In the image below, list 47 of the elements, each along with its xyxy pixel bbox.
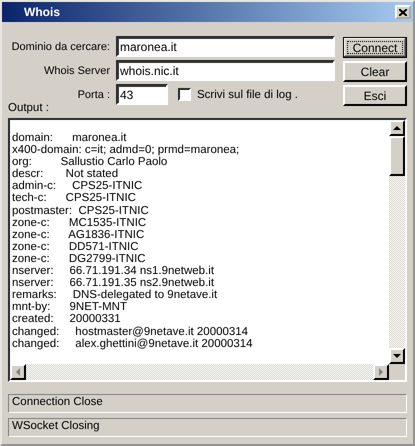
up-arrow-icon <box>393 126 401 130</box>
output-line: tech-c: CPS25-ITNIC <box>12 192 137 205</box>
scrollbar-corner <box>389 364 405 380</box>
vertical-scrollbar[interactable] <box>389 120 405 364</box>
dialog-button[interactable]: Connect <box>343 37 407 58</box>
horizontal-scrollbar[interactable] <box>10 364 389 380</box>
close-button[interactable] <box>395 5 411 19</box>
output-line: zone-c: AG1836-ITNIC <box>12 228 146 241</box>
output-line: changed: alex.ghettini@9netave.it 20000314 <box>12 338 254 350</box>
scroll-thumb[interactable] <box>389 136 405 176</box>
output-line: zone-c: MC1535-ITNIC <box>12 216 148 229</box>
output-line: zone-c: DG2799-ITNIC <box>12 252 147 266</box>
scroll-up-button[interactable] <box>389 120 405 136</box>
left-arrow-icon <box>16 368 20 376</box>
output-line: descr: Not stated <box>12 168 120 180</box>
output-line: admin-c: CPS25-ITNIC <box>12 180 144 192</box>
text-field[interactable]: whois.nic.it <box>116 60 335 81</box>
output-line: nserver: 66.71.191.34 ns1.9netweb.it <box>12 265 216 278</box>
output-line: domain: maronea.it <box>12 132 128 144</box>
output-label: Output : <box>8 102 50 114</box>
right-arrow-icon <box>379 368 383 376</box>
output-line: changed: hostmaster@9netave.it 20000314 <box>12 326 250 338</box>
field-label: Whois Server <box>42 64 111 76</box>
dialog-button[interactable]: Clear <box>343 61 407 82</box>
status-panel: WSocket Closing <box>8 418 407 437</box>
field-label: Dominio da cercare: <box>10 40 111 52</box>
output-line: created: 20000331 <box>12 313 122 326</box>
output-line: remarks: DNS-delegated to 9netave.it <box>12 289 218 302</box>
field-label: Porta : <box>76 88 111 100</box>
output-line: x400-domain: c=it; admd=0; prmd=maronea; <box>12 144 240 156</box>
output-line: nserver: 66.71.191.35 ns2.9netweb.it <box>12 277 216 290</box>
down-arrow-icon <box>393 354 401 358</box>
checkbox[interactable] <box>178 88 191 101</box>
output-line: mnt-by: 9NET-MNT <box>12 301 128 314</box>
scroll-right-button[interactable] <box>373 364 389 380</box>
output-line: org: Sallustio Carlo Paolo <box>12 156 168 168</box>
scroll-left-button[interactable] <box>10 364 26 380</box>
text-field[interactable]: maronea.it <box>116 36 335 57</box>
status-panel: Connection Close <box>8 394 407 413</box>
scroll-down-button[interactable] <box>389 348 405 364</box>
checkbox-label: Scrivi sul file di log . <box>197 88 298 100</box>
close-icon <box>399 8 407 16</box>
window-title: Whois <box>24 5 60 19</box>
port-field[interactable]: 43 <box>116 84 168 105</box>
output-line: postmaster: CPS25-ITNIC <box>12 204 150 217</box>
output-line: zone-c: DD571-ITNIC <box>12 240 140 253</box>
dialog-button[interactable]: Esci <box>343 85 407 106</box>
